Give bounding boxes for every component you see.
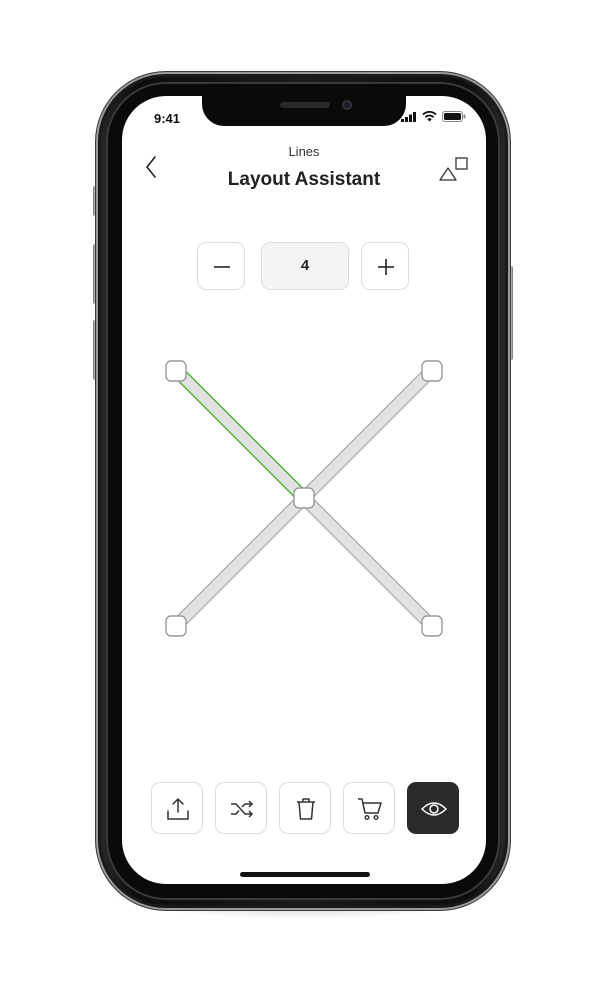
trash-icon xyxy=(297,798,315,820)
delete-button[interactable] xyxy=(279,782,331,834)
endpoint-handle-bottom-left[interactable] xyxy=(165,615,187,637)
line-segment-top-left-selected[interactable] xyxy=(170,364,310,504)
line-segment-bottom-right[interactable] xyxy=(298,492,438,632)
endpoint-handle-top-left[interactable] xyxy=(165,360,187,382)
share-icon xyxy=(167,798,189,820)
endpoint-handle-bottom-right[interactable] xyxy=(421,615,443,637)
cart-button[interactable] xyxy=(343,782,395,834)
line-segment-top-right[interactable] xyxy=(298,364,438,504)
endpoint-handle-top-right[interactable] xyxy=(421,360,443,382)
line-segment-bottom-left[interactable] xyxy=(170,492,310,632)
eye-icon xyxy=(421,802,447,816)
layout-canvas xyxy=(165,360,443,637)
center-handle[interactable] xyxy=(293,487,315,509)
shuffle-icon xyxy=(231,800,254,818)
phone-screen: 9:41 Lines Layout Assistant 4 xyxy=(122,96,486,884)
cart-icon xyxy=(358,798,382,821)
home-indicator xyxy=(240,872,370,877)
shuffle-button[interactable] xyxy=(215,782,267,834)
preview-button[interactable] xyxy=(407,782,459,834)
share-button[interactable] xyxy=(151,782,203,834)
